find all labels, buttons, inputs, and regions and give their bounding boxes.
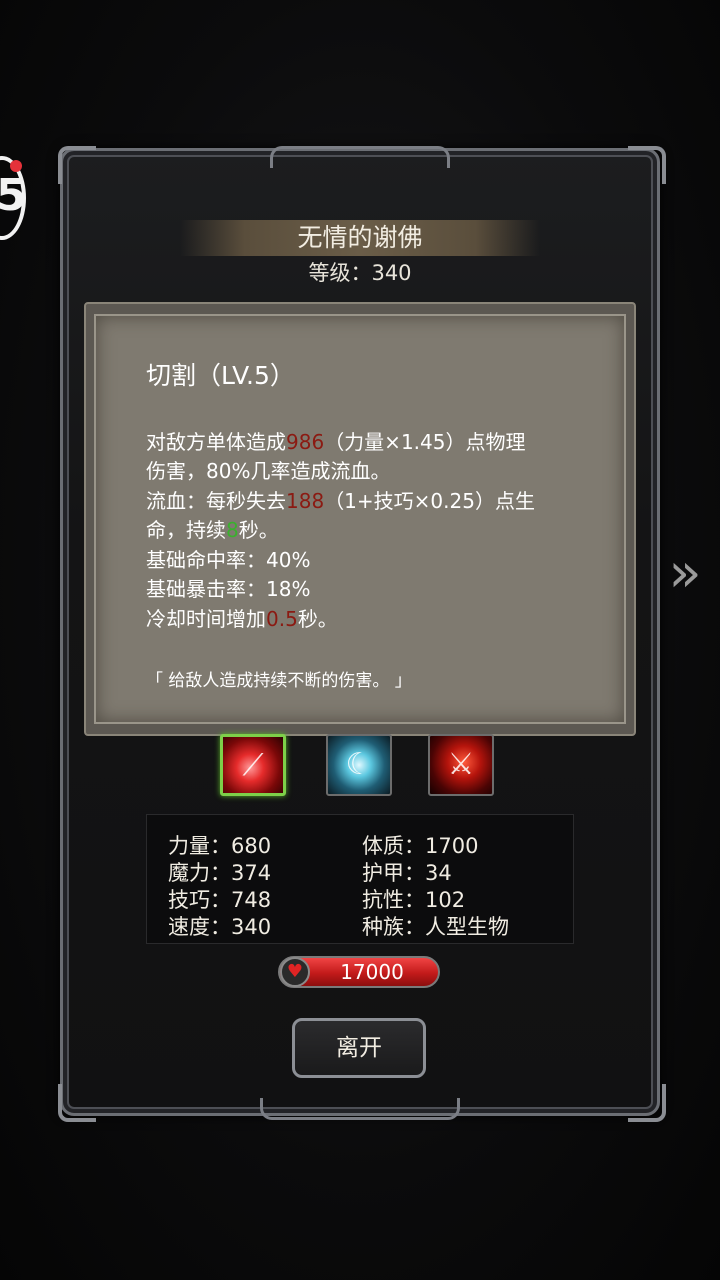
badge-number: 5 [0,170,27,221]
stat-strength: 力量：680 [168,834,272,858]
enemy-name: 无情的谢佛 [180,220,540,256]
frame-top-ornament [270,146,450,168]
cooldown-value: 0.5 [266,607,298,631]
crescent-glyph-icon: ☾ [345,747,373,782]
duration-value: 8 [226,518,239,542]
skill-desc-line-4: 命，持续8秒。 [146,516,586,545]
bleed-value: 188 [286,489,325,513]
skill-desc-line-2: 伤害，80%几率造成流血。 [146,459,391,483]
frame-corner-top-left [58,146,96,184]
stat-magic: 魔力：374 [168,861,272,885]
blood-blade-skill-icon[interactable]: ⚔ [428,734,494,796]
blade-glyph-icon: ⚔ [447,747,475,782]
desc-text: （力量×1.45）点物理 [324,430,526,454]
frame-corner-top-right [628,146,666,184]
stat-speed: 速度：340 [168,915,272,939]
frame-bottom-ornament [260,1098,460,1120]
skill-desc-line-1: 对敌方单体造成986（力量×1.45）点物理 [146,428,586,457]
frost-slash-skill-icon[interactable]: ☾ [326,734,392,796]
frame-corner-bottom-right [628,1084,666,1122]
skill-desc-line-3: 流血：每秒失去188（1+技巧×0.25）点生 [146,487,586,516]
next-arrow-icon[interactable]: » [660,540,710,606]
frame-corner-bottom-left [58,1084,96,1122]
stat-skill: 技巧：748 [168,888,272,912]
leave-button[interactable]: 离开 [292,1018,426,1078]
desc-text: 流血：每秒失去 [146,489,286,513]
hp-value: 17000 [340,960,404,984]
desc-text: 对敌方单体造成 [146,430,286,454]
enemy-level: 等级：340 [308,261,412,285]
badge-red-dot [10,160,22,172]
stat-resistance: 抗性：102 [362,888,466,912]
desc-text: 命，持续 [146,518,226,542]
skill-title: 切割（LV.5） [146,361,295,390]
desc-text: 冷却时间增加 [146,607,266,631]
slash-skill-icon[interactable]: ⟋ [220,734,286,796]
damage-value: 986 [286,430,325,454]
stat-race: 种族：人型生物 [362,915,509,939]
desc-text: 秒。 [297,607,338,631]
skill-desc-line-6: 基础暴击率：18% [146,577,311,601]
heart-icon: ♥ [280,957,310,987]
stat-constitution: 体质：1700 [362,834,479,858]
desc-text: 秒。 [238,518,279,542]
skill-flavor-text: 「 给敌人造成持续不断的伤害。 」 [146,671,412,691]
slash-glyph-icon: ⟋ [242,748,264,783]
skill-desc-line-7: 冷却时间增加0.5秒。 [146,605,586,634]
skill-desc-line-5: 基础命中率：40% [146,548,311,572]
stat-armor: 护甲：34 [362,861,452,885]
desc-text: （1+技巧×0.25）点生 [324,489,535,513]
